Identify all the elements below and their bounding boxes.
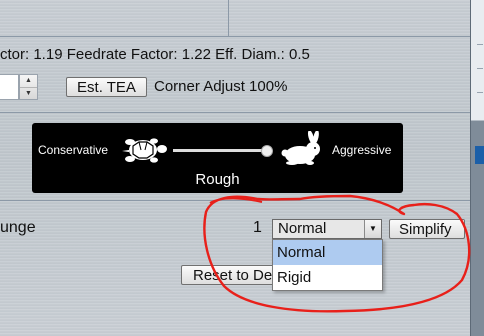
side-scroll-strip[interactable]: [470, 0, 484, 336]
aggressive-label: Aggressive: [332, 143, 392, 157]
strip-tick: [477, 68, 483, 69]
spinner-down-icon[interactable]: ▼: [20, 88, 37, 100]
strip-tick: [477, 92, 483, 93]
plunge-label: unge: [0, 219, 36, 236]
simplify-button[interactable]: Simplify: [389, 219, 465, 239]
conservative-label: Conservative: [38, 143, 109, 157]
section-divider: [0, 200, 470, 201]
side-strip-background: [471, 0, 484, 336]
numeric-spinner[interactable]: ▲ ▼: [19, 74, 38, 100]
turtle-icon: [122, 138, 167, 163]
select-current-value: Normal: [278, 220, 327, 237]
slider-track[interactable]: [173, 149, 265, 152]
slider-thumb[interactable]: [261, 145, 273, 157]
rabbit-icon: [281, 131, 320, 165]
spinner-up-icon[interactable]: ▲: [20, 75, 37, 88]
numeric-input[interactable]: [0, 74, 19, 100]
dropdown-option-rigid[interactable]: Rigid: [273, 265, 382, 290]
chevron-down-icon[interactable]: ▼: [364, 220, 381, 238]
top-panel: [0, 0, 470, 37]
plunge-mode-dropdown: Normal Rigid: [272, 239, 383, 291]
plunge-value: 1: [253, 219, 262, 236]
dropdown-option-normal[interactable]: Normal: [273, 240, 382, 265]
strip-tick: [477, 44, 483, 45]
est-tea-button[interactable]: Est. TEA: [66, 77, 147, 97]
section-divider: [0, 112, 470, 113]
plunge-mode-select[interactable]: Normal ▼: [272, 219, 382, 239]
slider-value-label: Rough: [195, 171, 240, 188]
side-accent-block: [475, 146, 484, 164]
factors-readout: ctor: 1.19 Feedrate Factor: 1.22 Eff. Di…: [0, 46, 310, 63]
aggressiveness-slider-panel: Conservative Aggressive Rough: [32, 123, 403, 193]
corner-adjust-label: Corner Adjust 100%: [154, 78, 288, 95]
panel-divider: [228, 0, 229, 36]
